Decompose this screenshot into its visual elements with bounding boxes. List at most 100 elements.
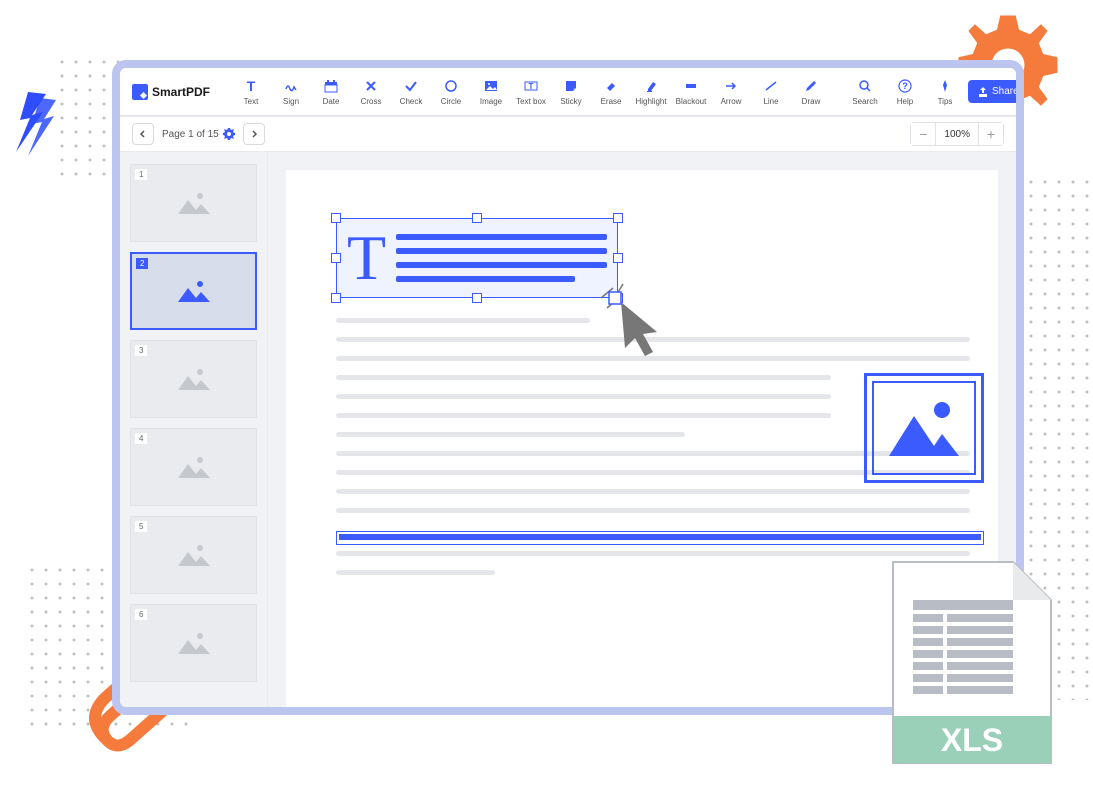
page-info: Page 1 of 15 bbox=[162, 128, 235, 140]
resize-handle[interactable] bbox=[331, 253, 341, 263]
erase-icon bbox=[604, 78, 618, 94]
svg-text:XLS: XLS bbox=[941, 722, 1003, 758]
textbox-tool[interactable]: T Text box bbox=[512, 78, 550, 106]
tool-label: Text box bbox=[516, 97, 546, 106]
tool-label: Circle bbox=[441, 97, 461, 106]
tool-label: Tips bbox=[938, 97, 953, 106]
xls-file-badge: XLS bbox=[883, 558, 1058, 773]
image-icon bbox=[884, 396, 964, 461]
help-icon: ? bbox=[898, 78, 912, 94]
page-thumbnail[interactable]: 5 bbox=[130, 516, 257, 594]
resize-handle[interactable] bbox=[331, 213, 341, 223]
text-selection-box[interactable]: T bbox=[336, 218, 618, 298]
date-icon bbox=[324, 78, 338, 94]
text-tool[interactable]: TText bbox=[232, 78, 270, 106]
date-tool[interactable]: Date bbox=[312, 78, 350, 106]
sticky-tool[interactable]: Sticky bbox=[552, 78, 590, 106]
textbox-icon: T bbox=[524, 78, 538, 94]
highlight-tool[interactable]: Highlight bbox=[632, 78, 670, 106]
thumbnail-image-icon bbox=[174, 452, 214, 482]
thumbnail-number: 4 bbox=[135, 433, 147, 444]
page-thumbnail[interactable]: 4 bbox=[130, 428, 257, 506]
main-toolbar: SmartPDF TText Sign Date CrossCheck Circle Im… bbox=[120, 68, 1016, 116]
tips-icon bbox=[938, 78, 952, 94]
chevron-right-icon bbox=[250, 130, 258, 138]
share-label: Share bbox=[992, 86, 1019, 97]
draw-icon bbox=[804, 78, 818, 94]
check-tool[interactable]: Check bbox=[392, 78, 430, 106]
image-icon bbox=[484, 78, 498, 94]
resize-handle[interactable] bbox=[472, 213, 482, 223]
tool-label: Sign bbox=[283, 97, 299, 106]
sign-tool[interactable]: Sign bbox=[272, 78, 310, 106]
svg-text:T: T bbox=[529, 82, 534, 91]
thumbnail-number: 2 bbox=[136, 258, 148, 269]
tips-tool[interactable]: Tips bbox=[926, 78, 964, 106]
blackout-tool[interactable]: Blackout bbox=[672, 78, 710, 106]
zoom-value: 100% bbox=[935, 123, 979, 145]
prev-page-button[interactable] bbox=[132, 123, 154, 145]
draw-tool[interactable]: Draw bbox=[792, 78, 830, 106]
thumbnail-image-icon bbox=[174, 540, 214, 570]
page-thumbnail[interactable]: 1 bbox=[130, 164, 257, 242]
tool-label: Search bbox=[852, 97, 877, 106]
bolt-decoration-icon bbox=[8, 90, 58, 160]
thumbnail-number: 6 bbox=[135, 609, 147, 620]
thumbnail-image-icon bbox=[174, 276, 214, 306]
logo-icon bbox=[132, 84, 148, 100]
tool-label: Arrow bbox=[721, 97, 742, 106]
thumbnail-number: 1 bbox=[135, 169, 147, 180]
chevron-left-icon bbox=[139, 130, 147, 138]
cursor-icon bbox=[599, 282, 679, 362]
zoom-in-button[interactable]: + bbox=[979, 123, 1003, 145]
circle-tool[interactable]: Circle bbox=[432, 78, 470, 106]
pager: Page 1 of 15 bbox=[132, 123, 265, 145]
main-area: 1 2 3 4 5 6 T bbox=[120, 152, 1016, 707]
resize-handle[interactable] bbox=[613, 213, 623, 223]
line-tool[interactable]: Line bbox=[752, 78, 790, 106]
text-lines-preview bbox=[396, 234, 607, 282]
arrow-icon bbox=[724, 78, 738, 94]
page-settings-icon[interactable] bbox=[223, 128, 235, 140]
tool-label: Date bbox=[323, 97, 340, 106]
resize-handle[interactable] bbox=[472, 293, 482, 303]
page-thumbnail[interactable]: 6 bbox=[130, 604, 257, 682]
share-icon bbox=[978, 87, 988, 97]
tool-label: Draw bbox=[802, 97, 821, 106]
thumbnail-number: 5 bbox=[135, 521, 147, 532]
app-logo[interactable]: SmartPDF bbox=[132, 84, 210, 100]
highlight-icon bbox=[644, 78, 658, 94]
arrow-tool[interactable]: Arrow bbox=[712, 78, 750, 106]
page-thumbnail[interactable]: 2 bbox=[130, 252, 257, 330]
svg-text:T: T bbox=[247, 79, 256, 93]
zoom-out-button[interactable]: − bbox=[911, 123, 935, 145]
search-tool[interactable]: Search bbox=[846, 78, 884, 106]
tool-label: Erase bbox=[601, 97, 622, 106]
sign-icon bbox=[284, 78, 298, 94]
line-icon bbox=[764, 78, 778, 94]
blackout-icon bbox=[684, 78, 698, 94]
cross-tool[interactable]: Cross bbox=[352, 78, 390, 106]
page-info-text: Page 1 of 15 bbox=[162, 129, 219, 140]
text-tool-glyph: T bbox=[347, 226, 386, 290]
resize-handle[interactable] bbox=[331, 293, 341, 303]
tool-label: Line bbox=[763, 97, 778, 106]
next-page-button[interactable] bbox=[243, 123, 265, 145]
tool-label: Image bbox=[480, 97, 502, 106]
erase-tool[interactable]: Erase bbox=[592, 78, 630, 106]
tool-label: Help bbox=[897, 97, 913, 106]
zoom-control: − 100% + bbox=[910, 122, 1004, 146]
page-thumbnail[interactable]: 3 bbox=[130, 340, 257, 418]
help-tool[interactable]: ? Help bbox=[886, 78, 924, 106]
sub-toolbar: Page 1 of 15 − 100% + bbox=[120, 116, 1016, 152]
image-placeholder-box[interactable] bbox=[864, 373, 984, 483]
utilities-group: Search? Help Tips bbox=[846, 78, 964, 106]
text-icon: T bbox=[244, 78, 258, 94]
image-tool[interactable]: Image bbox=[472, 78, 510, 106]
share-button[interactable]: Share bbox=[968, 80, 1024, 103]
tool-label: Highlight bbox=[635, 97, 666, 106]
sticky-icon bbox=[564, 78, 578, 94]
resize-handle[interactable] bbox=[613, 253, 623, 263]
selected-line-bar[interactable] bbox=[336, 531, 984, 545]
tool-label: Blackout bbox=[676, 97, 707, 106]
